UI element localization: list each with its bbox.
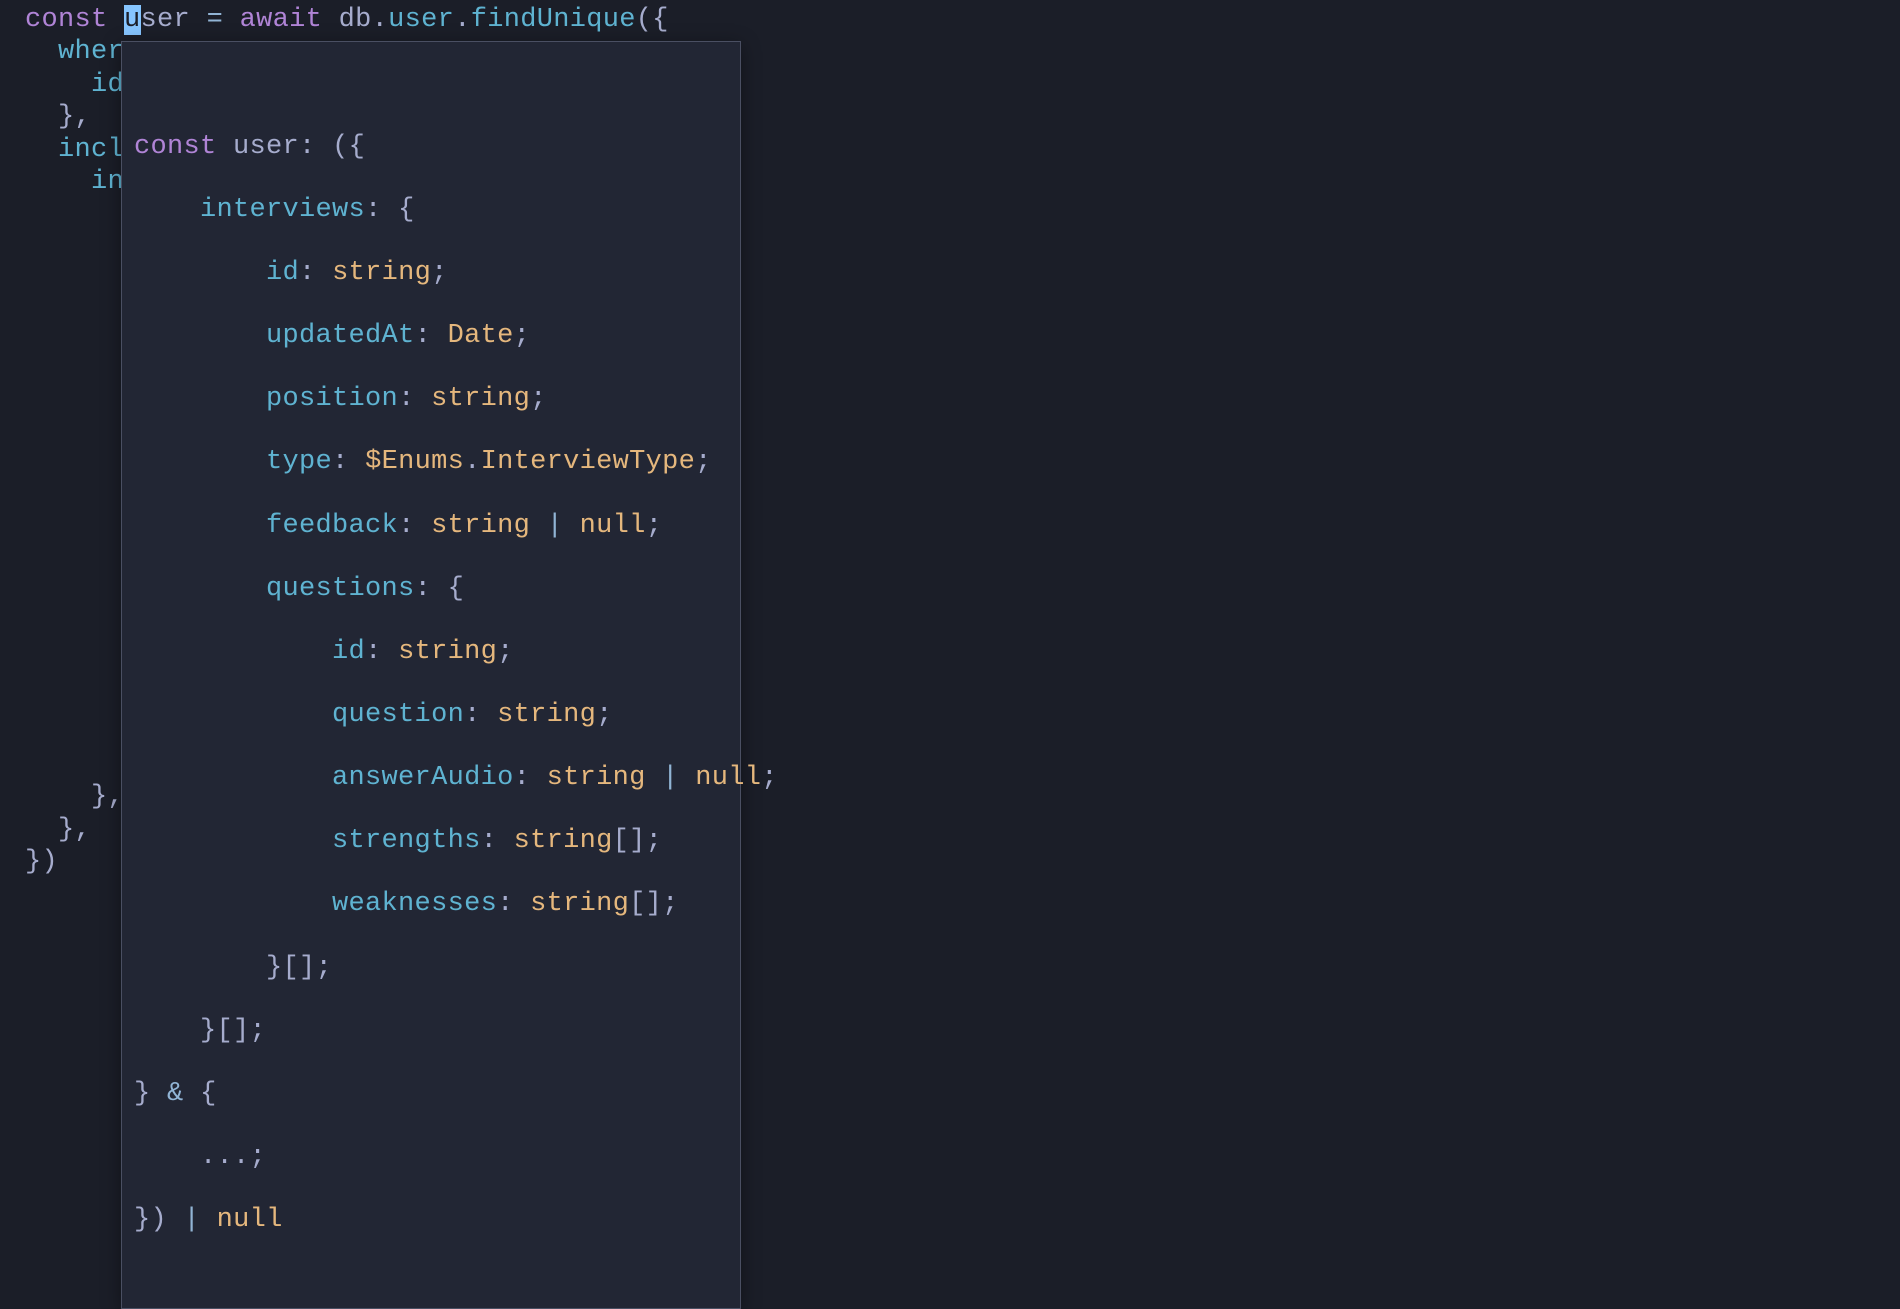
- fn-findUnique: findUnique: [471, 5, 636, 35]
- op-eq: =: [207, 5, 224, 35]
- tooltip-line: feedback: string | null;: [134, 511, 728, 543]
- tooltip-line: }[];: [134, 953, 728, 985]
- dot: .: [454, 5, 471, 35]
- paren-open: (: [636, 5, 653, 35]
- tooltip-line: }) | null: [134, 1205, 728, 1237]
- prop-include-partial: incl: [58, 135, 124, 165]
- obj-db: db: [339, 5, 372, 35]
- tooltip-line: questions: {: [134, 574, 728, 606]
- selected-char: u: [124, 5, 141, 35]
- tooltip-line: type: $Enums.InterviewType;: [134, 447, 728, 479]
- prop-where-partial: wher: [58, 37, 124, 67]
- tooltip-line: id: string;: [134, 637, 728, 669]
- tooltip-line: strengths: string[];: [134, 826, 728, 858]
- prop-id-partial: id: [91, 70, 124, 100]
- tooltip-line: answerAudio: string | null;: [134, 763, 728, 795]
- var-user: ser: [141, 5, 191, 35]
- brace-close: }: [25, 847, 42, 877]
- tooltip-line: } & {: [134, 1079, 728, 1111]
- keyword-await: await: [240, 5, 323, 35]
- tooltip-line: updatedAt: Date;: [134, 321, 728, 353]
- brace-close: }: [58, 815, 75, 845]
- tooltip-line: weaknesses: string[];: [134, 889, 728, 921]
- code-line-1: const user = await db.user.findUnique({: [25, 4, 1900, 36]
- tooltip-line: ...;: [134, 1142, 728, 1174]
- brace-open: {: [652, 5, 669, 35]
- brace-close: }: [58, 102, 75, 132]
- dot: .: [372, 5, 389, 35]
- type-hover-tooltip: const user: ({ interviews: { id: string;…: [121, 41, 741, 1309]
- tooltip-line: interviews: {: [134, 195, 728, 227]
- brace-close: }: [91, 782, 108, 812]
- paren-close: ): [42, 847, 59, 877]
- comma: ,: [75, 102, 92, 132]
- prop-interviews-partial: in: [91, 167, 124, 197]
- tooltip-line: }[];: [134, 1016, 728, 1048]
- tooltip-line: question: string;: [134, 700, 728, 732]
- tooltip-line: const user: ({: [134, 132, 728, 164]
- prop-user: user: [388, 5, 454, 35]
- tooltip-line: position: string;: [134, 384, 728, 416]
- tooltip-line: id: string;: [134, 258, 728, 290]
- keyword-const: const: [25, 5, 108, 35]
- comma: ,: [75, 815, 92, 845]
